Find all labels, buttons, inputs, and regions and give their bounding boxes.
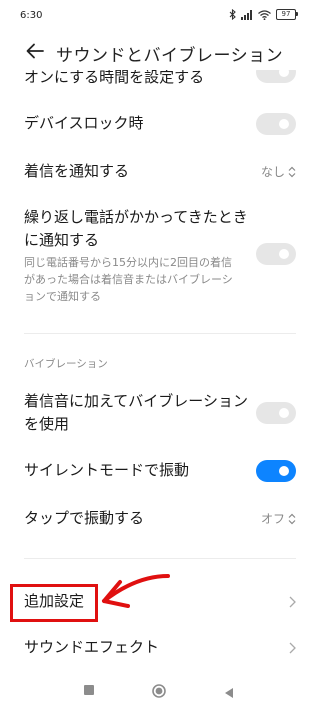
signal-icon <box>241 9 253 20</box>
repeated-calls-sub-3: ョンで通知する <box>24 290 101 303</box>
chevron-right-icon <box>289 642 296 654</box>
repeated-calls-sub-2: があった場合は着信音またはバイブレーシ <box>24 273 233 286</box>
silent-vibrate-toggle[interactable] <box>256 460 296 482</box>
silent-vibrate-item[interactable]: サイレントモードで振動 <box>24 459 296 485</box>
vibrate-with-ringtone-label-2: を使用 <box>24 415 70 433</box>
notify-incoming-item[interactable]: 着信を通知する なし <box>24 160 296 186</box>
updown-icon <box>288 513 296 525</box>
vibration-section-header: バイブレーション <box>24 358 108 370</box>
updown-icon <box>288 166 296 178</box>
repeated-calls-item[interactable]: 繰り返し電話がかかってきたとき に通知する 同じ電話番号から15分以内に2回目の… <box>24 206 296 306</box>
section-divider <box>24 333 296 334</box>
schedule-time-toggle[interactable] <box>256 70 296 83</box>
page-title: サウンドとバイブレーション <box>56 46 284 66</box>
chevron-right-icon <box>289 596 296 608</box>
tap-vibrate-value[interactable]: オフ <box>261 510 296 527</box>
section-divider <box>24 558 296 559</box>
device-lock-item[interactable]: デバイスロック時 <box>24 112 296 138</box>
bluetooth-icon <box>229 9 236 20</box>
tap-vibrate-value-text: オフ <box>260 512 285 526</box>
vibrate-with-ringtone-item[interactable]: 着信音に加えてバイブレーション を使用 <box>24 390 296 438</box>
tap-vibrate-label: タップで振動する <box>24 509 145 527</box>
schedule-time-item[interactable]: オンにする時間を設定する <box>24 70 296 86</box>
repeated-calls-label-2: に通知する <box>24 231 100 249</box>
status-icons: 97 <box>229 9 298 20</box>
annotation-arrow-icon <box>98 568 174 618</box>
status-bar: 6:30 97 <box>0 0 320 32</box>
annotation-highlight-box <box>10 584 98 622</box>
navigation-bar <box>0 682 320 711</box>
notify-incoming-label: 着信を通知する <box>24 162 130 180</box>
repeated-calls-description: 同じ電話番号から15分以内に2回目の着信 があった場合は着信音またはバイブレーシ… <box>24 254 256 305</box>
battery-icon: 97 <box>276 9 298 20</box>
sound-effects-label: サウンドエフェクト <box>24 638 160 656</box>
nav-home-icon[interactable] <box>152 683 166 698</box>
wifi-icon <box>258 9 271 20</box>
notify-incoming-value[interactable]: なし <box>261 163 296 180</box>
nav-back-icon[interactable] <box>224 684 234 703</box>
vibrate-with-ringtone-toggle[interactable] <box>256 402 296 424</box>
repeated-calls-toggle[interactable] <box>256 243 296 265</box>
vibrate-with-ringtone-label-1: 着信音に加えてバイブレーション <box>24 392 248 410</box>
repeated-calls-label-1: 繰り返し電話がかかってきたとき <box>24 208 248 226</box>
device-lock-toggle[interactable] <box>256 113 296 135</box>
back-arrow-icon[interactable] <box>24 40 46 62</box>
notify-incoming-value-text: なし <box>260 165 285 179</box>
header: サウンドとバイブレーション <box>0 34 320 68</box>
tap-vibrate-item[interactable]: タップで振動する オフ <box>24 507 296 533</box>
sound-effects-item[interactable]: サウンドエフェクト <box>24 636 296 662</box>
status-time: 6:30 <box>20 10 43 21</box>
nav-recents-icon[interactable] <box>84 685 94 695</box>
repeated-calls-sub-1: 同じ電話番号から15分以内に2回目の着信 <box>24 256 232 269</box>
